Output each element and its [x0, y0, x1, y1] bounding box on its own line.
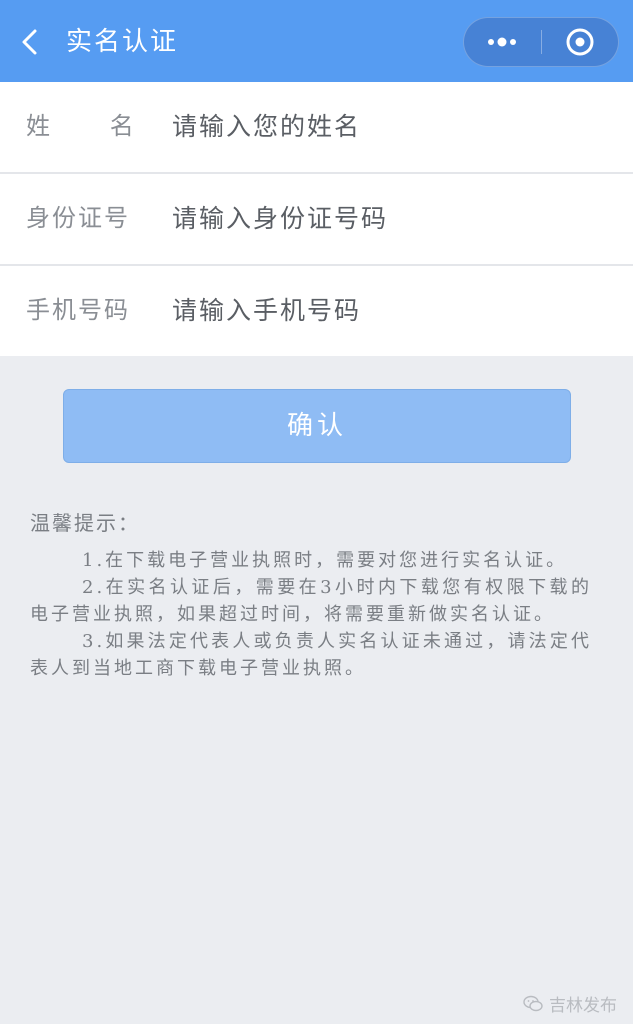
- confirm-button[interactable]: 确认: [63, 389, 571, 463]
- tips-title: 温馨提示：: [30, 511, 140, 535]
- page-title: 实名认证: [66, 27, 179, 57]
- chevron-left-icon[interactable]: [16, 27, 46, 57]
- nav-bar: 实名认证: [0, 0, 633, 82]
- tip-item-3: 3.如果法定代表人或负责人实名认证未通过，请法定代表人到当地工商下载电子营业执照…: [30, 631, 592, 679]
- mini-program-capsule: [463, 17, 619, 67]
- phone-input[interactable]: [160, 288, 612, 332]
- verification-form: 姓 名 身份证号 手机号码: [0, 82, 633, 356]
- close-button[interactable]: [542, 18, 618, 66]
- more-dots-icon: [488, 37, 516, 47]
- more-button[interactable]: [464, 18, 542, 66]
- name-label: 姓 名: [26, 112, 136, 140]
- name-input[interactable]: [160, 104, 612, 148]
- tip-item-1: 1.在下载电子营业执照时，需要对您进行实名认证。: [82, 550, 568, 571]
- source-watermark: 吉林发布: [523, 991, 617, 1016]
- wechat-icon: [523, 995, 543, 1011]
- phone-label: 手机号码: [26, 296, 130, 324]
- id-number-input[interactable]: [160, 196, 612, 240]
- name-row: 姓 名: [0, 82, 633, 174]
- target-circle-icon: [566, 28, 594, 56]
- tips-section: 温馨提示： 1.在下载电子营业执照时，需要对您进行实名认证。 2.在实名认证后，…: [30, 505, 592, 682]
- id-number-label: 身份证号: [26, 204, 130, 232]
- tip-item-2: 2.在实名认证后，需要在3小时内下载您有权限下载的电子营业执照，如果超过时间，将…: [30, 577, 592, 625]
- id-number-row: 身份证号: [0, 174, 633, 266]
- phone-row: 手机号码: [0, 266, 633, 356]
- watermark-text: 吉林发布: [549, 996, 617, 1016]
